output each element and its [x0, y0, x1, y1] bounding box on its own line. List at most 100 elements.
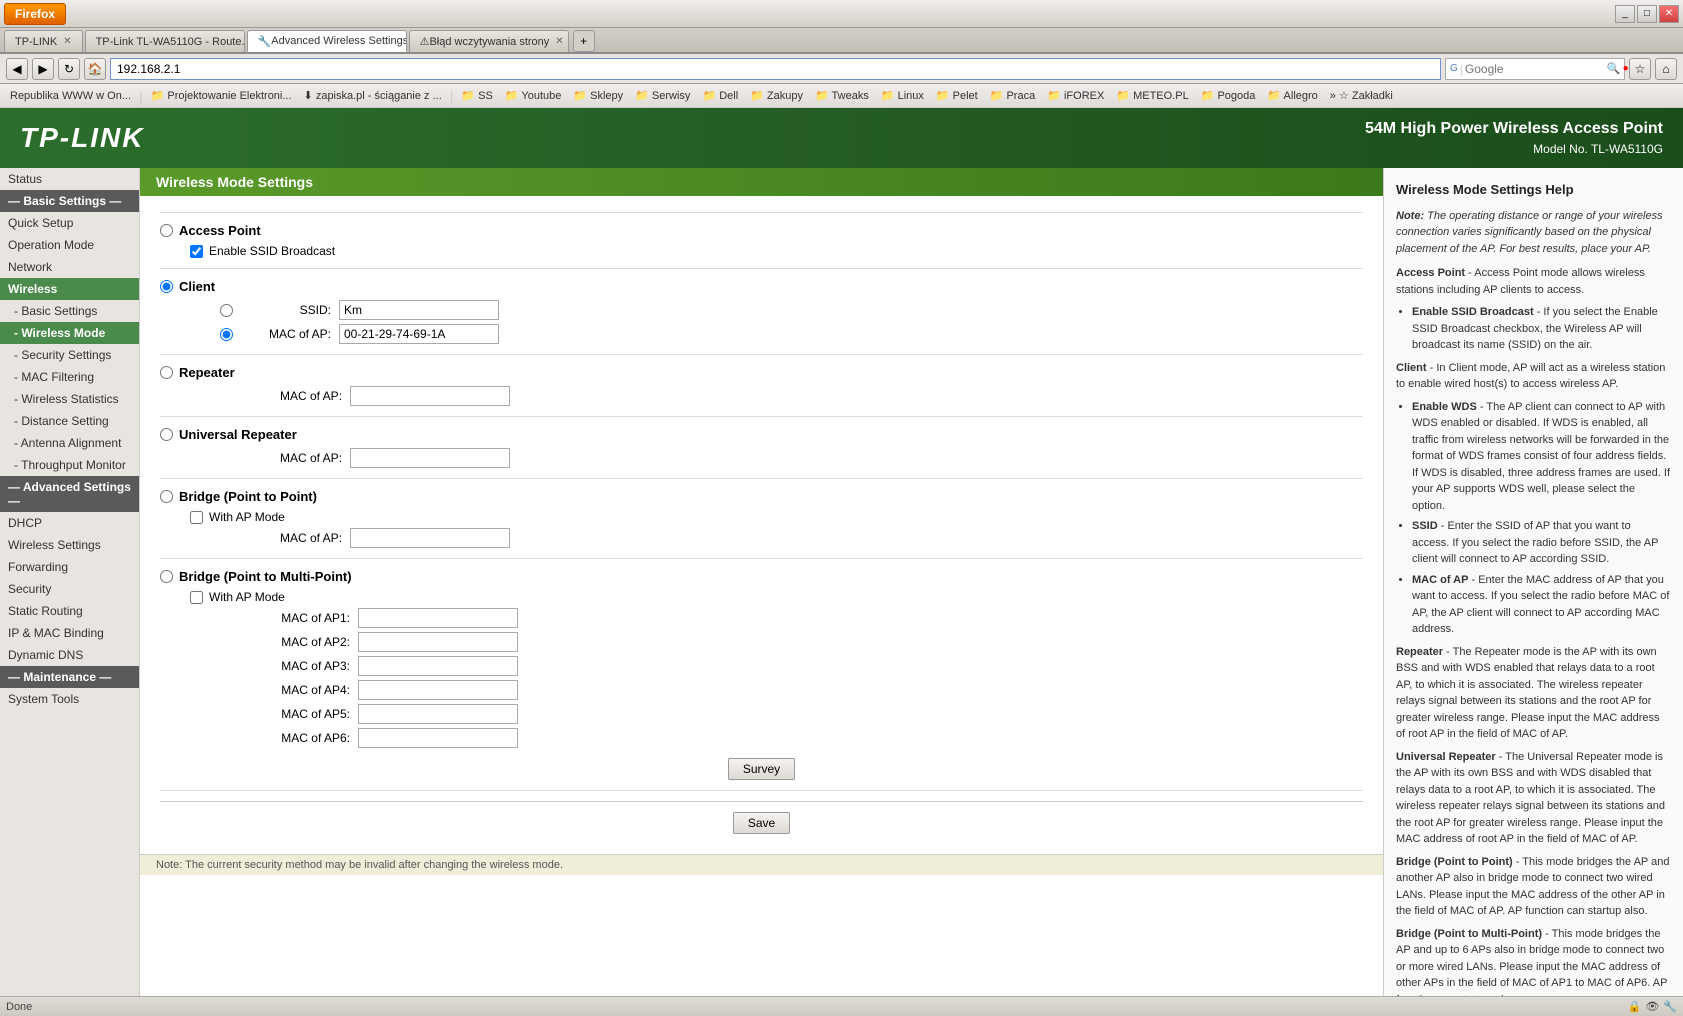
- divider1: [160, 212, 1363, 213]
- sidebar-item-mac-filtering[interactable]: - MAC Filtering: [0, 366, 139, 388]
- bookmark-tweaks[interactable]: 📁 Tweaks: [811, 89, 873, 102]
- home-nav-button[interactable]: ⌂: [1655, 58, 1677, 80]
- ssid-broadcast-checkbox[interactable]: [190, 245, 203, 258]
- sidebar-item-throughput-monitor[interactable]: - Throughput Monitor: [0, 454, 139, 476]
- bridge-p2mp-ap-checkbox[interactable]: [190, 591, 203, 604]
- client-radio[interactable]: [160, 280, 173, 293]
- bookmark-sklepy[interactable]: 📁 Sklepy: [569, 89, 627, 102]
- client-mac-radio[interactable]: [220, 328, 233, 341]
- repeater-radio[interactable]: [160, 366, 173, 379]
- sidebar-item-wireless[interactable]: Wireless: [0, 278, 139, 300]
- sidebar-item-wireless-statistics[interactable]: - Wireless Statistics: [0, 388, 139, 410]
- reload-button[interactable]: ↻: [58, 58, 80, 80]
- bookmark-dell[interactable]: 📁 Dell: [698, 89, 742, 102]
- back-button[interactable]: ◀: [6, 58, 28, 80]
- bookmark-projektowanie[interactable]: 📁 Projektowanie Elektroni...: [147, 89, 296, 102]
- sidebar-item-network[interactable]: Network: [0, 256, 139, 278]
- sidebar-item-status[interactable]: Status: [0, 168, 139, 190]
- sidebar-item-security-settings[interactable]: - Security Settings: [0, 344, 139, 366]
- firefox-button[interactable]: Firefox: [4, 3, 66, 25]
- mac-ap1-input[interactable]: [358, 608, 518, 628]
- bookmark-meteo[interactable]: 📁 METEO.PL: [1112, 89, 1192, 102]
- sidebar-item-system-tools[interactable]: System Tools: [0, 688, 139, 710]
- sidebar-item-forwarding[interactable]: Forwarding: [0, 556, 139, 578]
- star-button[interactable]: ☆: [1629, 58, 1651, 80]
- sidebar-item-basic-settings[interactable]: - Basic Settings: [0, 300, 139, 322]
- sidebar-item-dhcp[interactable]: DHCP: [0, 512, 139, 534]
- bookmark-zakupy[interactable]: 📁 Zakupy: [746, 89, 807, 102]
- mac-input[interactable]: [339, 324, 499, 344]
- form-area: Access Point Enable SSID Broadcast Clien…: [140, 196, 1383, 854]
- ssid-input[interactable]: [339, 300, 499, 320]
- mac-ap4-input[interactable]: [358, 680, 518, 700]
- bookmark-pelet[interactable]: 📁 Pelet: [932, 89, 982, 102]
- bridge-p2p-ap-checkbox[interactable]: [190, 511, 203, 524]
- close-btn[interactable]: ✕: [1659, 5, 1679, 23]
- mode-access-point: Access Point Enable SSID Broadcast: [160, 223, 1363, 258]
- ap-radio[interactable]: [160, 224, 173, 237]
- sidebar-item-operation-mode[interactable]: Operation Mode: [0, 234, 139, 256]
- divider6: [160, 558, 1363, 559]
- address-input[interactable]: [110, 58, 1441, 80]
- bookmark-iforex[interactable]: 📁 iFOREX: [1043, 89, 1108, 102]
- note-text: Note: The current security method may be…: [156, 859, 563, 871]
- mac-ap3-input[interactable]: [358, 656, 518, 676]
- add-tab-button[interactable]: +: [573, 30, 595, 52]
- universal-repeater-radio[interactable]: [160, 428, 173, 441]
- tab-error[interactable]: ⚠ Błąd wczytywania strony ✕: [409, 30, 569, 52]
- universal-repeater-mode-row: Universal Repeater: [160, 427, 1363, 442]
- bookmark-allegro[interactable]: 📁 Allegro: [1263, 89, 1321, 102]
- sidebar-item-wireless-mode[interactable]: - Wireless Mode: [0, 322, 139, 344]
- survey-button[interactable]: Survey: [728, 758, 795, 780]
- tab-route[interactable]: TP-Link TL-WA5110G - Route... ✕: [85, 30, 245, 52]
- bookmark-republika[interactable]: Republika WWW w On...: [6, 90, 135, 102]
- sidebar-item-dynamic-dns[interactable]: Dynamic DNS: [0, 644, 139, 666]
- tab-tp-link[interactable]: TP-LINK ✕: [4, 30, 83, 52]
- tab-advanced-wireless[interactable]: 🔧 Advanced Wireless Settings ✕: [247, 30, 407, 52]
- bookmark-zapiska[interactable]: ⬇ zapiska.pl - ściąganie z ...: [300, 89, 446, 102]
- tab-close-icon[interactable]: ✕: [555, 36, 563, 47]
- client-ssid-radio[interactable]: [220, 304, 233, 317]
- bridge-p2p-radio[interactable]: [160, 490, 173, 503]
- bridge-p2mp-mode-label: Bridge (Point to Multi-Point): [179, 569, 352, 584]
- bookmark-more[interactable]: » ☆ Zakładki: [1326, 89, 1397, 102]
- search-icon[interactable]: 🔍: [1607, 62, 1621, 75]
- tab-bar: TP-LINK ✕ TP-Link TL-WA5110G - Route... …: [0, 28, 1683, 54]
- mac-ap2-input[interactable]: [358, 632, 518, 652]
- bookmark-serwisy[interactable]: 📁 Serwisy: [631, 89, 694, 102]
- bridge-p2mp-radio[interactable]: [160, 570, 173, 583]
- sidebar-item-distance-setting[interactable]: - Distance Setting: [0, 410, 139, 432]
- bookmark-praca[interactable]: 📁 Praca: [986, 89, 1040, 102]
- universal-repeater-mac-row: MAC of AP:: [280, 448, 1363, 468]
- sidebar-item-antenna-alignment[interactable]: - Antenna Alignment: [0, 432, 139, 454]
- help-note: Note: The operating distance or range of…: [1396, 208, 1671, 258]
- bookmark-linux[interactable]: 📁 Linux: [877, 89, 928, 102]
- sidebar-item-ip-mac-binding[interactable]: IP & MAC Binding: [0, 622, 139, 644]
- bookmark-pogoda[interactable]: 📁 Pogoda: [1197, 89, 1260, 102]
- save-button[interactable]: Save: [733, 812, 790, 834]
- repeater-mac-input[interactable]: [350, 386, 510, 406]
- forward-button[interactable]: ▶: [32, 58, 54, 80]
- mac-ap5-input[interactable]: [358, 704, 518, 724]
- client-ssid-row: SSID:: [220, 300, 1363, 320]
- bridge-p2p-mac-input[interactable]: [350, 528, 510, 548]
- ap-ssid-option: Enable SSID Broadcast: [190, 244, 1363, 258]
- search-engine-icon: G: [1450, 63, 1458, 74]
- status-icon-1: 🔒: [1628, 1000, 1642, 1013]
- home-button[interactable]: 🏠: [84, 58, 106, 80]
- sidebar-item-quick-setup[interactable]: Quick Setup: [0, 212, 139, 234]
- sidebar-item-security[interactable]: Security: [0, 578, 139, 600]
- sidebar-item-wireless-settings[interactable]: Wireless Settings: [0, 534, 139, 556]
- maximize-btn[interactable]: □: [1637, 5, 1657, 23]
- mac-ap6-input[interactable]: [358, 728, 518, 748]
- bookmark-ss[interactable]: 📁 SS: [457, 89, 496, 102]
- tab-close-icon[interactable]: ✕: [63, 36, 71, 47]
- mode-bridge-p2mp: Bridge (Point to Multi-Point) With AP Mo…: [160, 569, 1363, 748]
- search-input[interactable]: [1465, 62, 1605, 76]
- universal-repeater-mac-input[interactable]: [350, 448, 510, 468]
- bookmark-youtube[interactable]: 📁 Youtube: [501, 89, 566, 102]
- minimize-btn[interactable]: _: [1615, 5, 1635, 23]
- sidebar-item-static-routing[interactable]: Static Routing: [0, 600, 139, 622]
- page-title: Wireless Mode Settings: [156, 174, 313, 190]
- tab-label: TP-LINK: [15, 36, 57, 48]
